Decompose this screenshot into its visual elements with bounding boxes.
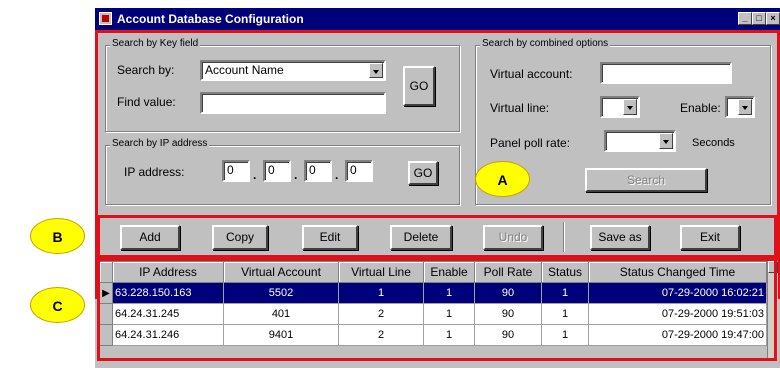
search-button[interactable]: Search xyxy=(585,168,707,192)
search-by-value: Account Name xyxy=(205,63,284,77)
title-bar[interactable]: Account Database Configuration _ □ × xyxy=(95,8,780,30)
chevron-down-icon[interactable] xyxy=(623,99,637,115)
enable-label: Enable: xyxy=(680,101,721,115)
exit-button[interactable]: Exit xyxy=(680,225,740,250)
window-title: Account Database Configuration xyxy=(117,12,304,26)
virtual-account-input[interactable] xyxy=(600,62,732,84)
maximize-button[interactable]: □ xyxy=(752,12,766,25)
search-combined-group-label: Search by combined options xyxy=(480,38,611,49)
seconds-label: Seconds xyxy=(692,137,735,149)
search-key-group-label: Search by Key field xyxy=(110,38,201,49)
delete-button[interactable]: Delete xyxy=(390,225,452,250)
chevron-down-icon[interactable] xyxy=(369,63,383,78)
search-ip-go-button[interactable]: GO xyxy=(408,161,438,185)
search-by-select[interactable]: Account Name xyxy=(200,60,386,81)
chevron-down-icon[interactable] xyxy=(659,133,673,149)
chevron-down-icon[interactable] xyxy=(738,99,752,115)
callout-b: B xyxy=(30,218,85,254)
search-ip-group-label: Search by IP address xyxy=(110,138,210,149)
ip-octet-4[interactable]: 0 xyxy=(345,160,373,182)
save-as-button[interactable]: Save as xyxy=(590,225,650,250)
virtual-line-label: Virtual line: xyxy=(490,101,550,115)
ip-separator: . xyxy=(294,168,298,182)
add-button[interactable]: Add xyxy=(120,225,180,250)
find-value-input[interactable] xyxy=(200,92,386,114)
app-icon xyxy=(99,12,112,25)
search-by-label: Search by: xyxy=(117,63,175,77)
copy-button[interactable]: Copy xyxy=(212,225,268,250)
find-value-label: Find value: xyxy=(117,95,176,109)
callout-a: A xyxy=(475,161,530,197)
toolbar-divider xyxy=(563,222,565,252)
callout-c: C xyxy=(30,287,85,323)
ip-separator: . xyxy=(335,168,339,182)
search-key-go-button[interactable]: GO xyxy=(403,66,435,106)
ip-address-label: IP address: xyxy=(124,165,185,179)
ip-separator: . xyxy=(253,168,257,182)
edit-button[interactable]: Edit xyxy=(302,225,358,250)
virtual-line-select[interactable] xyxy=(600,96,640,118)
enable-select[interactable] xyxy=(725,96,755,118)
table-highlight xyxy=(97,258,777,361)
minimize-button[interactable]: _ xyxy=(738,12,752,25)
ip-octet-3[interactable]: 0 xyxy=(304,160,332,182)
ip-octet-1[interactable]: 0 xyxy=(222,160,250,182)
undo-button[interactable]: Undo xyxy=(483,225,543,250)
poll-rate-select[interactable] xyxy=(604,130,676,152)
ip-octet-2[interactable]: 0 xyxy=(263,160,291,182)
virtual-account-label: Virtual account: xyxy=(490,67,573,81)
poll-rate-label: Panel poll rate: xyxy=(490,136,571,150)
close-button[interactable]: × xyxy=(766,12,780,25)
